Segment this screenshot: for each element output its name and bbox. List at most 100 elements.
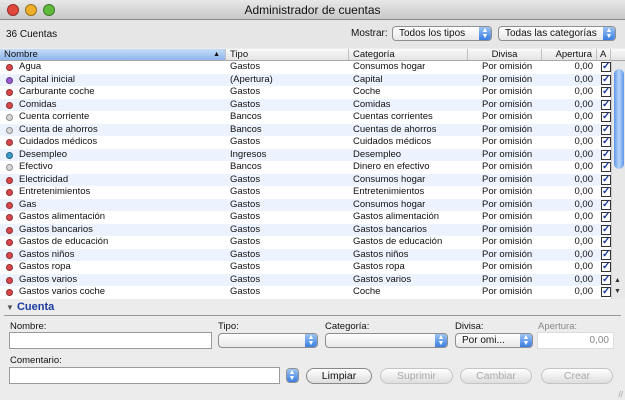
cell-currency: Por omisión — [482, 111, 533, 122]
table-row[interactable]: Carburante coche Gastos Coche Por omisión 0,… — [0, 86, 611, 99]
active-checkbox[interactable]: ✓ — [601, 62, 611, 72]
active-checkbox[interactable]: ✓ — [601, 237, 611, 247]
cell-opening: 0,00 — [574, 98, 594, 110]
currency-select[interactable]: Por omi... ▲ ▼ — [455, 333, 533, 348]
cell-name: Electricidad — [19, 173, 69, 185]
updown-arrows-icon: ▲ ▼ — [435, 334, 447, 347]
cell-currency: Por omisión — [482, 286, 533, 297]
active-checkbox[interactable]: ✓ — [601, 174, 611, 185]
cell-name: Agua — [19, 61, 42, 72]
table-row[interactable]: Gastos alimentación Gastos Gastos alimenta… — [0, 211, 611, 224]
account-count: 36 Cuentas — [6, 29, 58, 40]
cell-type: Gastos — [230, 211, 261, 222]
active-checkbox[interactable]: ✓ — [601, 99, 611, 110]
table-row[interactable]: Gastos ropa Gastos Gastos ropa Por omisión 0… — [0, 261, 611, 274]
active-checkbox[interactable]: ✓ — [601, 274, 611, 285]
account-type-icon — [6, 114, 13, 121]
table-row[interactable]: Gastos niños Gastos Gastos niños Por omisió… — [0, 248, 611, 261]
cell-category: Coche — [353, 86, 381, 97]
table-row[interactable]: Gastos de educación Gastos Gastos de educa… — [0, 236, 611, 249]
table-row[interactable]: Entretenimientos Gastos Entretenimientos Po… — [0, 186, 611, 199]
active-checkbox[interactable]: ✓ — [601, 149, 611, 160]
scroll-up-arrow-icon[interactable]: ▲ — [614, 277, 621, 284]
table-row[interactable]: Electricidad Gastos Consumos hogar Por omis… — [0, 173, 611, 186]
column-header-nombre[interactable]: Nombre ▲ — [0, 49, 226, 61]
minimize-button[interactable] — [25, 4, 37, 16]
cell-currency: Por omisión — [482, 123, 533, 135]
cell-category: Gastos de educación — [353, 236, 443, 247]
divider — [4, 315, 621, 316]
table-row[interactable]: Agua Gastos Consumos hogar Por omisión 0,00 ✓ — [0, 61, 611, 74]
cell-type: Gastos — [230, 61, 261, 72]
active-checkbox[interactable]: ✓ — [601, 112, 611, 122]
cell-opening: 0,00 — [574, 161, 594, 172]
comment-input[interactable] — [9, 367, 280, 384]
section-header[interactable]: ▼ Cuenta — [6, 301, 54, 313]
active-checkbox[interactable]: ✓ — [601, 162, 611, 172]
create-button[interactable]: Crear — [541, 368, 613, 384]
type-filter-select[interactable]: Todos los tipos ▲ ▼ — [392, 26, 492, 41]
active-checkbox[interactable]: ✓ — [601, 187, 611, 197]
category-select[interactable]: ▲ ▼ — [325, 333, 448, 348]
column-header-categoria[interactable]: Categoría — [349, 49, 468, 61]
cell-category: Gastos niños — [353, 248, 409, 260]
table-row[interactable]: Gastos bancarios Gastos Gastos bancarios Po… — [0, 223, 611, 236]
vertical-scrollbar[interactable]: ▲ ▼ — [611, 61, 625, 299]
cell-category: Gastos alimentación — [353, 211, 440, 222]
updown-arrows-icon: ▲ ▼ — [603, 27, 615, 40]
comment-select[interactable]: ▲ ▼ — [286, 368, 299, 383]
cell-opening: 0,00 — [574, 186, 594, 197]
disclosure-triangle-icon[interactable]: ▼ — [6, 303, 14, 312]
table-row[interactable]: Capital inicial (Apertura) Capital Por omis… — [0, 73, 611, 86]
column-header-tipo[interactable]: Tipo — [226, 49, 349, 61]
column-header-apertura[interactable]: Apertura — [542, 49, 597, 61]
cell-name: Gastos niños — [19, 248, 75, 260]
header-corner — [611, 49, 625, 61]
type-label: Tipo: — [218, 321, 239, 332]
active-checkbox[interactable]: ✓ — [601, 287, 611, 297]
change-button[interactable]: Cambiar — [460, 368, 532, 384]
table-row[interactable]: Efectivo Bancos Dinero en efectivo Por omis… — [0, 161, 611, 174]
resize-grip-icon[interactable]: // — [619, 390, 623, 399]
column-header-active[interactable]: A — [597, 49, 611, 61]
active-checkbox[interactable]: ✓ — [601, 249, 611, 260]
updown-arrows-icon: ▲ ▼ — [520, 334, 532, 347]
zoom-button[interactable] — [43, 4, 55, 16]
title-bar: Administrador de cuentas — [0, 0, 625, 20]
cell-name: Cuidados médicos — [19, 136, 98, 147]
table-row[interactable]: Cuenta de ahorros Bancos Cuentas de ahorro… — [0, 123, 611, 136]
active-checkbox[interactable]: ✓ — [601, 199, 611, 210]
cell-name: Efectivo — [19, 161, 53, 172]
delete-button[interactable]: Suprimir — [380, 368, 453, 384]
active-checkbox[interactable]: ✓ — [601, 124, 611, 135]
opening-label: Apertura: — [538, 321, 578, 332]
active-checkbox[interactable]: ✓ — [601, 74, 611, 85]
table-row[interactable]: Gas Gastos Consumos hogar Por omisión 0,00 ✓ — [0, 198, 611, 211]
cell-currency: Por omisión — [482, 173, 533, 185]
scrollbar-thumb[interactable] — [614, 69, 624, 169]
active-checkbox[interactable]: ✓ — [601, 262, 611, 272]
clear-button[interactable]: Limpiar — [306, 368, 372, 384]
cell-name: Gastos bancarios — [19, 223, 93, 235]
type-select[interactable]: ▲ ▼ — [218, 333, 318, 348]
table-row[interactable]: Gastos varios coche Gastos Coche Por omisió… — [0, 286, 611, 299]
account-type-icon — [6, 64, 13, 71]
active-checkbox[interactable]: ✓ — [601, 87, 611, 97]
column-header-divisa[interactable]: Divisa — [468, 49, 542, 61]
scroll-down-arrow-icon[interactable]: ▼ — [614, 288, 621, 295]
active-checkbox[interactable]: ✓ — [601, 212, 611, 222]
cell-category: Dinero en efectivo — [353, 161, 430, 172]
cell-currency: Por omisión — [482, 98, 533, 110]
table-row[interactable]: Cuidados médicos Gastos Cuidados médicos Po… — [0, 136, 611, 149]
category-filter-select[interactable]: Todas las categorías ▲ ▼ — [498, 26, 616, 41]
table-row[interactable]: Desempleo Ingresos Desempleo Por omisión 0,0… — [0, 148, 611, 161]
table-row[interactable]: Comidas Gastos Comidas Por omisión 0,00 ✓ — [0, 98, 611, 111]
close-button[interactable] — [7, 4, 19, 16]
active-checkbox[interactable]: ✓ — [601, 137, 611, 147]
active-checkbox[interactable]: ✓ — [601, 224, 611, 235]
table-row[interactable]: Cuenta corriente Bancos Cuentas corrientes… — [0, 111, 611, 124]
table-row[interactable]: Gastos varios Gastos Gastos varios Por omis… — [0, 273, 611, 286]
account-type-icon — [6, 289, 13, 296]
cell-name: Gastos varios coche — [19, 286, 106, 297]
name-input[interactable] — [9, 332, 212, 349]
